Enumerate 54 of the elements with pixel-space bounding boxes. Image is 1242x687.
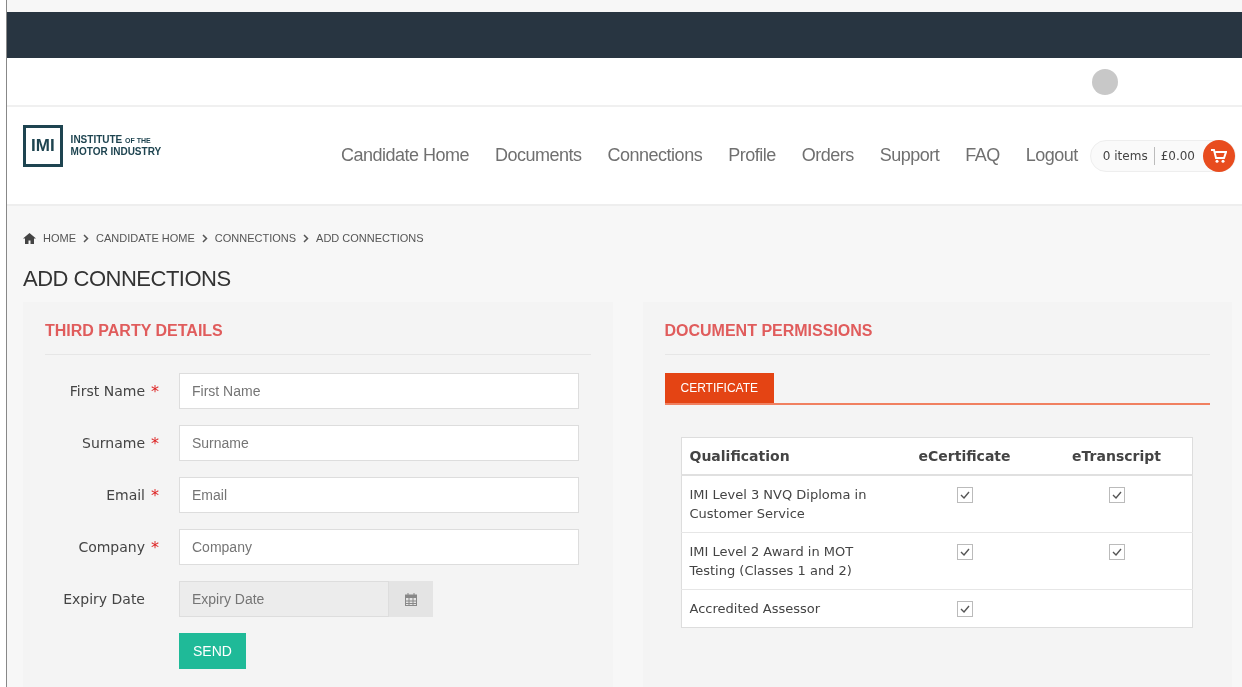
checkbox[interactable] (956, 487, 973, 503)
cart-icon (1211, 148, 1227, 163)
field-label: Surname (81, 435, 145, 451)
required-mark: * (150, 381, 160, 401)
breadcrumb-link[interactable]: HOME (43, 232, 76, 244)
home-icon (23, 232, 36, 244)
page-title: ADD CONNECTIONS (23, 266, 232, 292)
nav-link[interactable]: Orders (801, 145, 854, 166)
column-header: eTranscript (1041, 437, 1192, 475)
field-label: First Name (68, 383, 145, 399)
nav-link[interactable]: Candidate Home (340, 145, 470, 166)
field-label: Expiry Date (62, 591, 145, 607)
nav-link[interactable]: Profile (728, 145, 776, 166)
table-cell: Accredited Assessor (689, 601, 821, 616)
nav-link[interactable]: Documents (495, 145, 582, 166)
breadcrumb-link[interactable]: CONNECTIONS (214, 232, 297, 244)
text-field[interactable]: First Name (179, 373, 579, 409)
table-cell: IMI Level 2 Award in MOT Testing (Classes 1 and 2) (689, 544, 854, 578)
section-heading: DOCUMENT PERMISSIONS (664, 322, 874, 340)
calendar-button[interactable] (389, 581, 433, 617)
column-header: eCertificate (887, 437, 1042, 475)
chevron-icon (201, 233, 208, 243)
field-label: Company (77, 539, 145, 555)
checkmark-icon (959, 605, 970, 613)
text-field[interactable]: Email (179, 477, 579, 513)
field-label: Email (105, 487, 145, 503)
required-mark: * (150, 433, 160, 453)
text-field[interactable]: Company (179, 529, 579, 565)
checkbox[interactable] (1108, 544, 1125, 560)
checkmark-icon (959, 491, 970, 499)
date-field[interactable]: Expiry Date (179, 581, 389, 617)
breadcrumb-link[interactable]: ADD CONNECTIONS (316, 232, 424, 244)
checkmark-icon (1111, 548, 1122, 556)
cart-summary[interactable]: 0 items £0.00 (1089, 139, 1236, 172)
column-header: Qualification (681, 437, 888, 475)
nav-link[interactable]: FAQ (965, 145, 1000, 166)
required-mark: * (150, 485, 160, 505)
chevron-icon (83, 233, 89, 243)
section-heading: THIRD PARTY DETAILS (45, 322, 224, 340)
calendar-icon (405, 592, 417, 606)
breadcrumb-link[interactable]: CANDIDATE HOME (96, 232, 195, 244)
checkbox[interactable] (1108, 487, 1125, 503)
nav-link[interactable]: Connections (607, 145, 703, 166)
nav-link[interactable]: Support (879, 145, 940, 166)
checkmark-icon (1111, 491, 1122, 499)
tab[interactable]: CERTIFICATE (664, 373, 775, 403)
checkbox[interactable] (956, 544, 973, 560)
table-cell: IMI Level 3 NVQ Diploma in Customer Service (689, 487, 867, 521)
checkmark-icon (959, 548, 970, 556)
chevron-icon (303, 233, 310, 243)
required-mark: * (150, 537, 160, 557)
text-field[interactable]: Surname (179, 425, 579, 461)
nav-link[interactable]: Logout (1025, 145, 1078, 166)
checkbox[interactable] (956, 601, 973, 617)
